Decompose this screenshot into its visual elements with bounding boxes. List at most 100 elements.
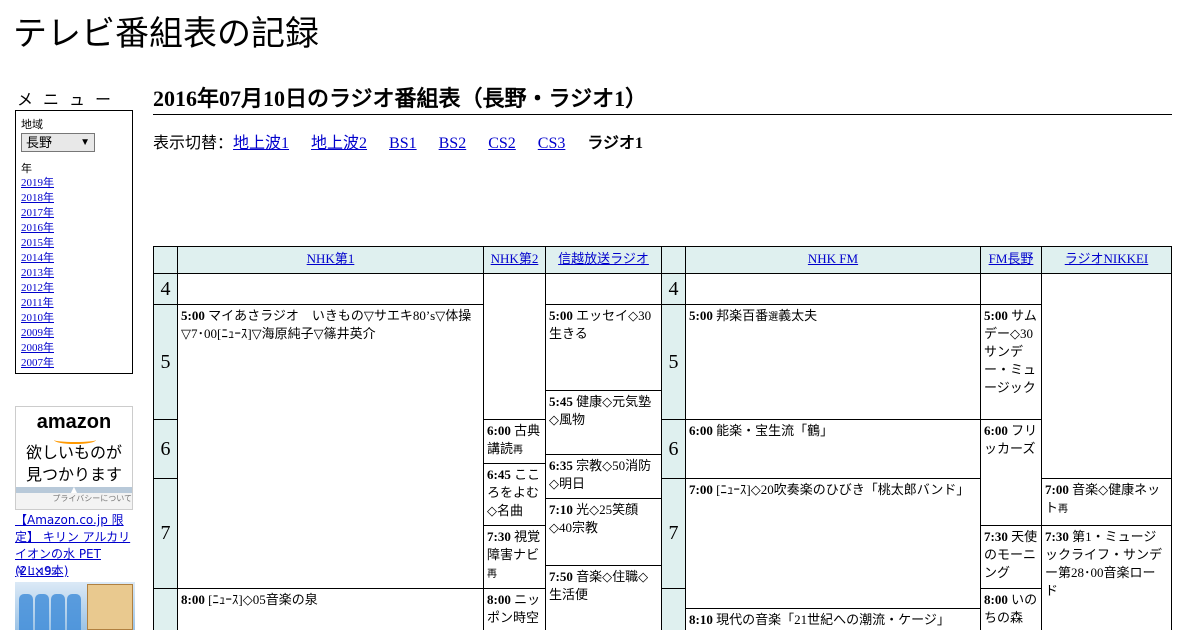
bottle-icon: [51, 594, 65, 630]
program-title: [ﾆｭｰｽ]◇05音楽の泉: [208, 592, 318, 607]
program-time: 5:45: [549, 394, 573, 409]
ad-privacy-label: プライバシーについて: [52, 494, 132, 503]
hour-cell: 6: [661, 419, 686, 479]
hour-cell: 5: [153, 304, 178, 420]
ad-tagline-line1: 欲しいものが: [25, 443, 122, 462]
year-link-2018[interactable]: 2018年: [21, 192, 54, 204]
program-time: 8:10: [689, 612, 713, 627]
channel-link-fmnagano[interactable]: FM長野: [989, 251, 1034, 266]
program-cell[interactable]: 6:45 こころをよむ◇名曲: [483, 463, 546, 526]
region-selected: 長野: [26, 135, 53, 150]
program-time: 6:45: [487, 467, 511, 482]
switch-link-cs3[interactable]: CS3: [538, 135, 566, 152]
switch-link-bs2[interactable]: BS2: [439, 135, 467, 152]
program-cell[interactable]: 7:00 [ﾆｭｰｽ]◇20吹奏楽のひびき「桃太郎バンド」: [685, 478, 981, 609]
amazon-ad-banner[interactable]: amazon 欲しいものが 見つかります ▲ プライバシーについて: [15, 406, 133, 510]
program-time: 5:00: [689, 308, 713, 323]
year-link-2017[interactable]: 2017年: [21, 207, 54, 219]
collapse-up-icon[interactable]: ▲: [16, 486, 132, 494]
program-time: 6:35: [549, 458, 573, 473]
year-link-2009[interactable]: 2009年: [21, 327, 54, 339]
amazon-smile-icon: [54, 436, 96, 444]
empty-slot: [685, 273, 981, 305]
ad-tagline-line2: 見つかります: [25, 465, 122, 484]
site-title: テレビ番組表の記録: [13, 14, 319, 54]
year-link-2007[interactable]: 2007年: [21, 357, 54, 369]
hour-cell: 6: [153, 419, 178, 479]
program-time: 7:00: [1045, 482, 1069, 497]
program-time: 7:30: [984, 529, 1008, 544]
hour-cell: [153, 588, 178, 630]
program-cell[interactable]: 5:00 エッセイ◇30生きる: [545, 304, 662, 391]
program-cell[interactable]: 7:50 音楽◇住職◇生活便: [545, 565, 662, 630]
program-cell[interactable]: 8:00 [ﾆｭｰｽ]◇05音楽の泉: [177, 588, 484, 630]
year-link-2011[interactable]: 2011年: [21, 297, 54, 309]
switch-link-terrestrial2[interactable]: 地上波2: [311, 135, 367, 152]
channel-header-nhk1: NHK第1: [177, 246, 484, 274]
view-switcher: 表示切替：地上波1 地上波2 BS1 BS2 CS2 CS3 ラジオ1: [153, 134, 643, 154]
switch-link-terrestrial1[interactable]: 地上波1: [233, 135, 289, 152]
program-time: 7:00: [689, 482, 713, 497]
hour-cell: 7: [661, 478, 686, 589]
channel-header-nhkfm: NHK FM: [685, 246, 981, 274]
product-image[interactable]: [15, 582, 135, 630]
ad-tagline: 欲しいものが 見つかります: [16, 442, 132, 486]
ad-privacy[interactable]: ▲ プライバシーについて: [16, 486, 132, 509]
program-cell[interactable]: 8:00 いのちの森: [980, 588, 1042, 630]
program-grid: NHK第1 NHK第2 信越放送ラジオ NHK FM FM長野 ラジオNIKKE…: [153, 246, 1172, 630]
amazon-logo: amazon: [36, 411, 112, 433]
channel-link-nhk1[interactable]: NHK第1: [307, 251, 355, 266]
empty-slot: [980, 273, 1042, 305]
year-link-2010[interactable]: 2010年: [21, 312, 54, 324]
empty-slot: [483, 273, 546, 420]
switch-link-cs2[interactable]: CS2: [488, 135, 516, 152]
program-time: 6:00: [689, 423, 713, 438]
rebroadcast-badge: 再: [487, 569, 497, 580]
year-link-2013[interactable]: 2013年: [21, 267, 54, 279]
channel-link-nhkfm[interactable]: NHK FM: [808, 251, 858, 266]
rebroadcast-badge: 再: [513, 445, 524, 456]
region-label: 地域: [21, 119, 43, 131]
program-cell[interactable]: 6:00 フリッカーズ: [980, 419, 1042, 526]
region-select[interactable]: 長野 ▼: [21, 133, 95, 152]
program-cell[interactable]: 8:10 現代の音楽「21世紀への潮流・ケージ」: [685, 608, 981, 630]
program-cell[interactable]: 5:00 マイあさラジオ いきもの▽サエキ80’s▽体操▽7･00[ﾆｭｰｽ]▽…: [177, 304, 484, 589]
program-cell[interactable]: 8:00 ニッポン時空: [483, 588, 546, 630]
empty-slot: [177, 273, 484, 305]
bottle-icon: [35, 594, 49, 630]
package-box-icon: [87, 584, 133, 630]
program-time: 8:00: [984, 592, 1008, 607]
program-title: [ﾆｭｰｽ]◇20吹奏楽のひびき「桃太郎バンド」: [716, 482, 970, 497]
program-cell[interactable]: 6:00 古典講読再: [483, 419, 546, 464]
channel-header-fmnagano: FM長野: [980, 246, 1042, 274]
program-cell[interactable]: 6:35 宗教◇50消防◇明日: [545, 454, 662, 499]
page-title: 2016年07月10日のラジオ番組表（長野・ラジオ1）: [153, 84, 1172, 115]
channel-link-sbc[interactable]: 信越放送ラジオ: [558, 251, 649, 266]
channel-link-nhk2[interactable]: NHK第2: [491, 251, 539, 266]
program-time: 7:10: [549, 502, 573, 517]
menu-heading: メニュー: [17, 90, 122, 109]
year-list: 2019年 2018年 2017年 2016年 2015年 2014年 2013…: [21, 176, 127, 371]
program-cell[interactable]: 5:45 健康◇元気塾◇風物: [545, 390, 662, 455]
year-link-2012[interactable]: 2012年: [21, 282, 54, 294]
program-cell[interactable]: 5:00 邦楽百番選義太夫: [685, 304, 981, 420]
year-link-2019[interactable]: 2019年: [21, 177, 54, 189]
switch-link-bs1[interactable]: BS1: [389, 135, 417, 152]
year-link-2008[interactable]: 2008年: [21, 342, 54, 354]
bottle-icon: [19, 594, 33, 630]
corner-cell: [153, 246, 178, 274]
program-cell[interactable]: 7:30 視覚障害ナビ再: [483, 525, 546, 589]
program-cell[interactable]: 7:30 第1・ミュージックライフ・サンデー第28･00音楽ロード: [1041, 525, 1172, 630]
program-cell[interactable]: 5:00 サムデー◇30サンデー・ミュージック: [980, 304, 1042, 420]
year-link-2016[interactable]: 2016年: [21, 222, 54, 234]
program-time: 5:00: [181, 308, 205, 323]
program-cell[interactable]: 7:00 音楽◇健康ネット再: [1041, 478, 1172, 526]
channel-link-nikkei[interactable]: ラジオNIKKEI: [1065, 251, 1149, 266]
program-cell[interactable]: 7:10 光◇25笑顔◇40宗教: [545, 498, 662, 566]
program-title: 能楽・宝生流「鶴」: [716, 423, 834, 438]
program-cell[interactable]: 6:00 能楽・宝生流「鶴」: [685, 419, 981, 479]
program-time: 8:00: [181, 592, 205, 607]
program-cell[interactable]: 7:30 天使のモーニング: [980, 525, 1042, 589]
year-link-2014[interactable]: 2014年: [21, 252, 54, 264]
year-link-2015[interactable]: 2015年: [21, 237, 54, 249]
